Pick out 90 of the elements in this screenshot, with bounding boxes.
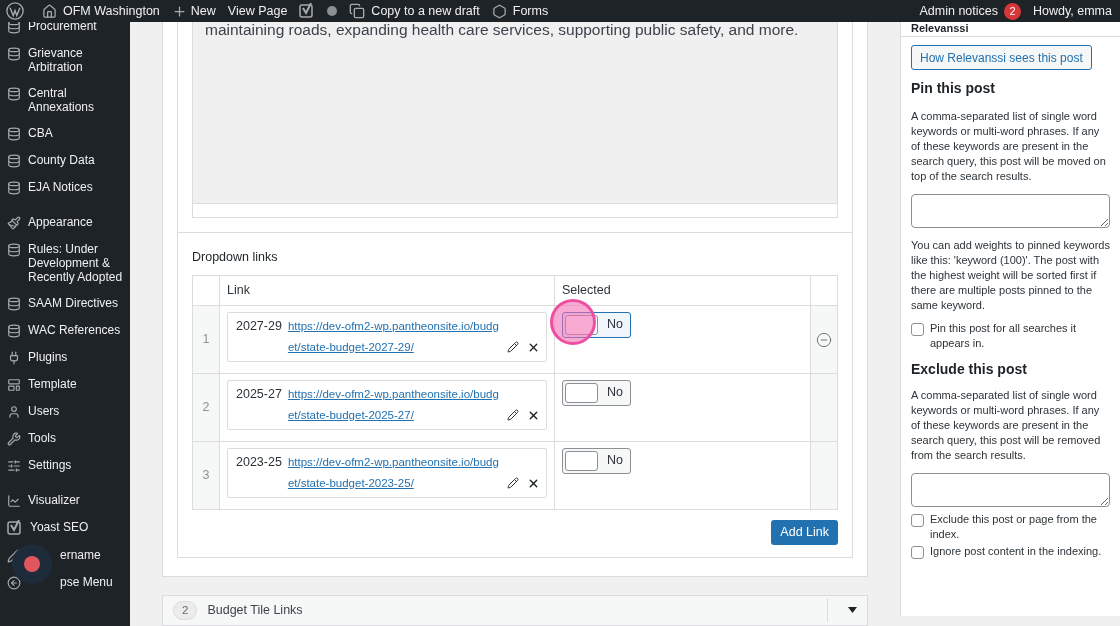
sidebar-item[interactable]: Plugins xyxy=(0,344,130,371)
sidebar-item[interactable]: pse Menu xyxy=(0,569,130,596)
sidebar-item[interactable]: SAAM Directives xyxy=(0,290,130,317)
new-link[interactable]: New xyxy=(171,1,216,21)
sidebar-item[interactable]: Visualizer xyxy=(0,487,130,514)
section-label: Dropdown links xyxy=(192,249,279,266)
click-highlight-icon xyxy=(550,298,596,345)
wrench-icon xyxy=(7,432,21,446)
checkbox[interactable] xyxy=(911,514,924,527)
plug-icon xyxy=(7,351,21,365)
column-header: Selected xyxy=(554,275,811,306)
panel-title: Relevanssi xyxy=(911,22,970,35)
sidebar-item[interactable]: WAC References xyxy=(0,317,130,344)
sliders-icon xyxy=(7,459,21,473)
database-icon xyxy=(7,297,21,311)
sidebar-item[interactable]: CBA xyxy=(0,120,130,147)
paintbrush-icon xyxy=(7,216,21,230)
caret-icon[interactable] xyxy=(848,607,857,614)
section-heading: Pin this post xyxy=(911,79,996,98)
database-icon xyxy=(7,87,21,101)
notice-count-badge: 2 xyxy=(1004,2,1022,20)
wordpress-logo-icon[interactable] xyxy=(6,2,24,20)
edit-icon[interactable] xyxy=(507,340,519,353)
database-icon xyxy=(7,22,21,34)
link-url[interactable]: https://dev-ofm2-wp.pantheonsite.io/budget/state-budget-2023-25/ xyxy=(287,451,503,494)
copy-draft-link[interactable]: Copy to a new draft xyxy=(349,1,480,21)
sidebar-item[interactable]: EJA Notices xyxy=(0,174,130,201)
database-icon xyxy=(7,181,21,195)
site-name-link[interactable]: OFM Washington xyxy=(42,1,160,21)
database-icon xyxy=(7,324,21,338)
sidebar-item[interactable]: Central Annexations xyxy=(0,80,130,120)
database-icon xyxy=(7,127,21,141)
keywords-field[interactable] xyxy=(911,194,1110,228)
plus-icon xyxy=(171,3,187,19)
sidebar-item[interactable]: Procurement xyxy=(0,22,130,40)
edit-icon[interactable] xyxy=(507,408,519,421)
add-link-button[interactable]: Add Link xyxy=(771,519,838,545)
chart-icon xyxy=(7,494,21,508)
link-year: 2023-25 xyxy=(236,453,282,471)
forms-link[interactable]: Forms xyxy=(491,1,549,21)
link-year: 2025-27 xyxy=(236,385,282,403)
checkbox-label: Exclude this post or page from the index. xyxy=(930,512,1098,542)
view-page-link[interactable]: View Page xyxy=(227,1,288,21)
link-url[interactable]: https://dev-ofm2-wp.pantheonsite.io/budget/state-budget-2027-29/ xyxy=(287,315,503,358)
row-number: 2 xyxy=(192,373,220,442)
text-editor[interactable]: maintaining roads, expanding health care services, supporting public safety, and more. xyxy=(192,22,838,218)
sidebar-item[interactable]: Grievance Arbitration xyxy=(0,40,130,80)
sidebar-item[interactable]: Yoast SEO xyxy=(0,514,130,542)
sidebar-item[interactable]: County Data xyxy=(0,147,130,174)
checkbox[interactable] xyxy=(911,546,924,559)
row-number: 3 xyxy=(192,441,220,510)
edit-icon[interactable] xyxy=(507,476,519,489)
admin-notices-link[interactable]: Admin notices xyxy=(919,1,999,21)
section-heading: Exclude this post xyxy=(911,360,1028,379)
recording-indicator-icon xyxy=(12,544,52,584)
hint-text: You can add weights to pinned keywords like this: 'keyword (100)'. The post with the highest weight will be sorted first if there are multiple posts pinned to the same keyword. xyxy=(911,238,1110,313)
database-icon xyxy=(7,47,21,61)
template-icon xyxy=(7,378,21,392)
toggle-switch[interactable]: No xyxy=(562,447,631,474)
collapsed-section-header[interactable]: 2 Budget Tile Links xyxy=(162,594,868,626)
greeting-link[interactable]: Howdy, emma xyxy=(1033,1,1114,21)
sidebar-item[interactable]: Rules: Under Development & Recently Adopted xyxy=(0,236,130,290)
section-title: Budget Tile Links xyxy=(207,602,304,619)
link-year: 2027-29 xyxy=(236,317,282,335)
checkbox-label: Pin this post for all searches it appears in. xyxy=(930,321,1078,351)
database-icon xyxy=(7,243,21,257)
sidebar-item[interactable]: Tools xyxy=(0,425,130,452)
description-text: A comma-separated list of single word keywords or multi-word phrases. If any of these keywords are present in the search query, this post will be moved on top of the search results. xyxy=(911,109,1107,184)
checkbox-label: Ignore post content in the indexing. xyxy=(930,544,1102,559)
column-header: Link xyxy=(219,275,555,306)
copy-icon xyxy=(349,3,366,19)
remove-row-icon[interactable] xyxy=(816,331,832,348)
sidebar-item[interactable]: Users xyxy=(0,398,130,425)
row-number: 1 xyxy=(192,305,220,374)
user-icon xyxy=(7,405,21,419)
toggle-switch[interactable]: No xyxy=(562,379,631,406)
preview-button[interactable]: How Relevanssi sees this post xyxy=(911,45,1092,70)
sidebar-item[interactable]: Template xyxy=(0,371,130,398)
description-text: A comma-separated list of single word keywords or multi-word phrases. If any of these keywords are present in the search query, this post will be removed from the search results. xyxy=(911,388,1102,463)
toggle-switch[interactable]: No xyxy=(562,311,631,338)
editor-text: maintaining roads, expanding health care services, supporting public safety, and more. xyxy=(204,22,800,40)
section-number-badge: 2 xyxy=(173,600,198,620)
link-url[interactable]: https://dev-ofm2-wp.pantheonsite.io/budget/state-budget-2025-27/ xyxy=(287,383,503,426)
sidebar-item[interactable]: Appearance xyxy=(0,209,130,236)
home-icon xyxy=(42,3,57,19)
sidebar-item[interactable]: Settings xyxy=(0,452,130,479)
database-icon xyxy=(7,154,21,168)
collapse-icon xyxy=(7,576,21,590)
keywords-field[interactable] xyxy=(911,473,1110,507)
checkbox[interactable] xyxy=(911,323,924,336)
